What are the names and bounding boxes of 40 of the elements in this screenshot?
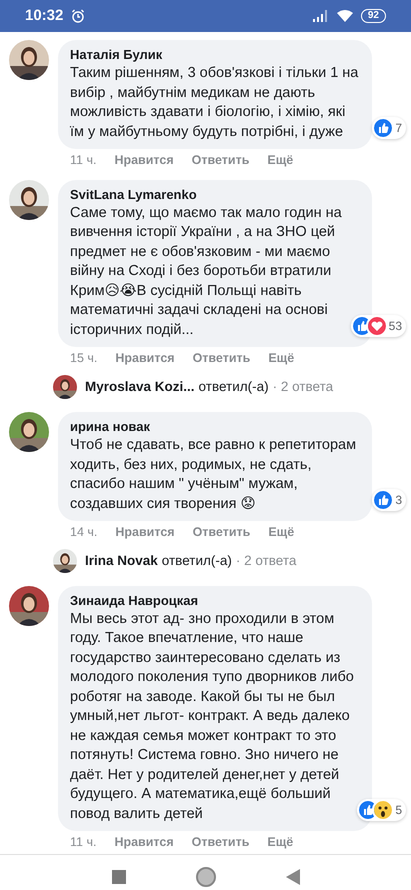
action-link[interactable]: Ответить <box>192 523 250 542</box>
reaction-count: 53 <box>388 318 402 336</box>
reply-author[interactable]: Myroslava Kozi... <box>85 376 195 398</box>
author-name[interactable]: Наталія Булик <box>70 45 360 64</box>
comment-text: Мы весь этот ад- зно проходили в этом году. Такое впечатление, что наше государство заинтересовано сделать из молодого поколения тупо дворников либо роботяг на заводе. Какой бы ты не был умный,нет льгот- контракт. А ведь далеко не каждая семья может контракт то это потянуть! Система говно. Зно ничего не даёт. Нет у родителей денег,нет у детей будущего. А математика,ещё больший повод валить детей <box>70 610 355 824</box>
replies-link[interactable]: · 2 ответа <box>236 550 296 571</box>
action-link[interactable]: Ответить <box>192 151 250 170</box>
comment-text: Чтоб не сдавать, все равно к репетиторам ходить, без них, родимых, не сдать, спасибо нашим " учёным" мужам, создавших сия творения 😟 <box>70 436 358 514</box>
reaction-count: 3 <box>395 492 402 509</box>
action-link[interactable]: Ответить <box>192 833 250 852</box>
reaction-badge[interactable]: 7 <box>372 117 406 139</box>
reaction-badge[interactable]: 5 <box>357 799 406 822</box>
reply-verb: ответил(-а) <box>198 378 269 396</box>
comment-time: 11 ч. <box>70 152 96 169</box>
comment-text: Таким рішенням, 3 обов'язкові і тільки 1 на вибір , майбутнім медикам не дають можливість здавати і біологію, і хімію, які їм у майбутньому будуть потрібні, і дуже <box>70 64 360 142</box>
action-link[interactable]: Нравится <box>114 151 174 170</box>
action-link[interactable]: Ответить <box>192 349 250 368</box>
comment-time: 15 ч. <box>70 350 98 368</box>
battery-indicator: 92 <box>360 9 386 23</box>
action-link[interactable]: Ещё <box>267 151 294 170</box>
reaction-count: 5 <box>395 802 402 820</box>
reaction-badge[interactable]: 3 <box>372 489 406 511</box>
reaction-count: 7 <box>395 120 402 137</box>
reaction-badge[interactable]: 53 <box>350 315 406 338</box>
action-link[interactable]: Ещё <box>268 523 294 542</box>
replies-link[interactable]: · 2 ответа <box>272 376 334 398</box>
action-link[interactable]: Нравится <box>115 349 175 368</box>
author-name[interactable]: Зинаида Навроцкая <box>70 590 360 610</box>
author-name[interactable]: SvitLana Lymarenko <box>70 184 360 204</box>
comment-text: Саме тому, що маємо так мало годин на вивчення історії України , а на ЗНО цей предмет не є обов'язковим - ми маємо війну на Сході і без боротьби втратили Крим😥😭В сусідній Польщі навіть математичні задачі складені на основі історичних подій... <box>70 204 343 340</box>
reply-verb: ответил(-а) <box>162 552 232 570</box>
action-link[interactable]: Ещё <box>268 349 294 368</box>
reply-author[interactable]: Irina Novak <box>85 550 158 571</box>
action-link[interactable]: Нравится <box>114 833 174 852</box>
author-name[interactable]: ирина новак <box>70 417 360 436</box>
comment-time: 11 ч. <box>70 834 96 852</box>
action-link[interactable]: Ещё <box>267 833 294 852</box>
comment-time: 14 ч. <box>70 524 98 541</box>
status-time: 10:32 <box>25 6 64 26</box>
action-link[interactable]: Нравится <box>115 523 175 542</box>
